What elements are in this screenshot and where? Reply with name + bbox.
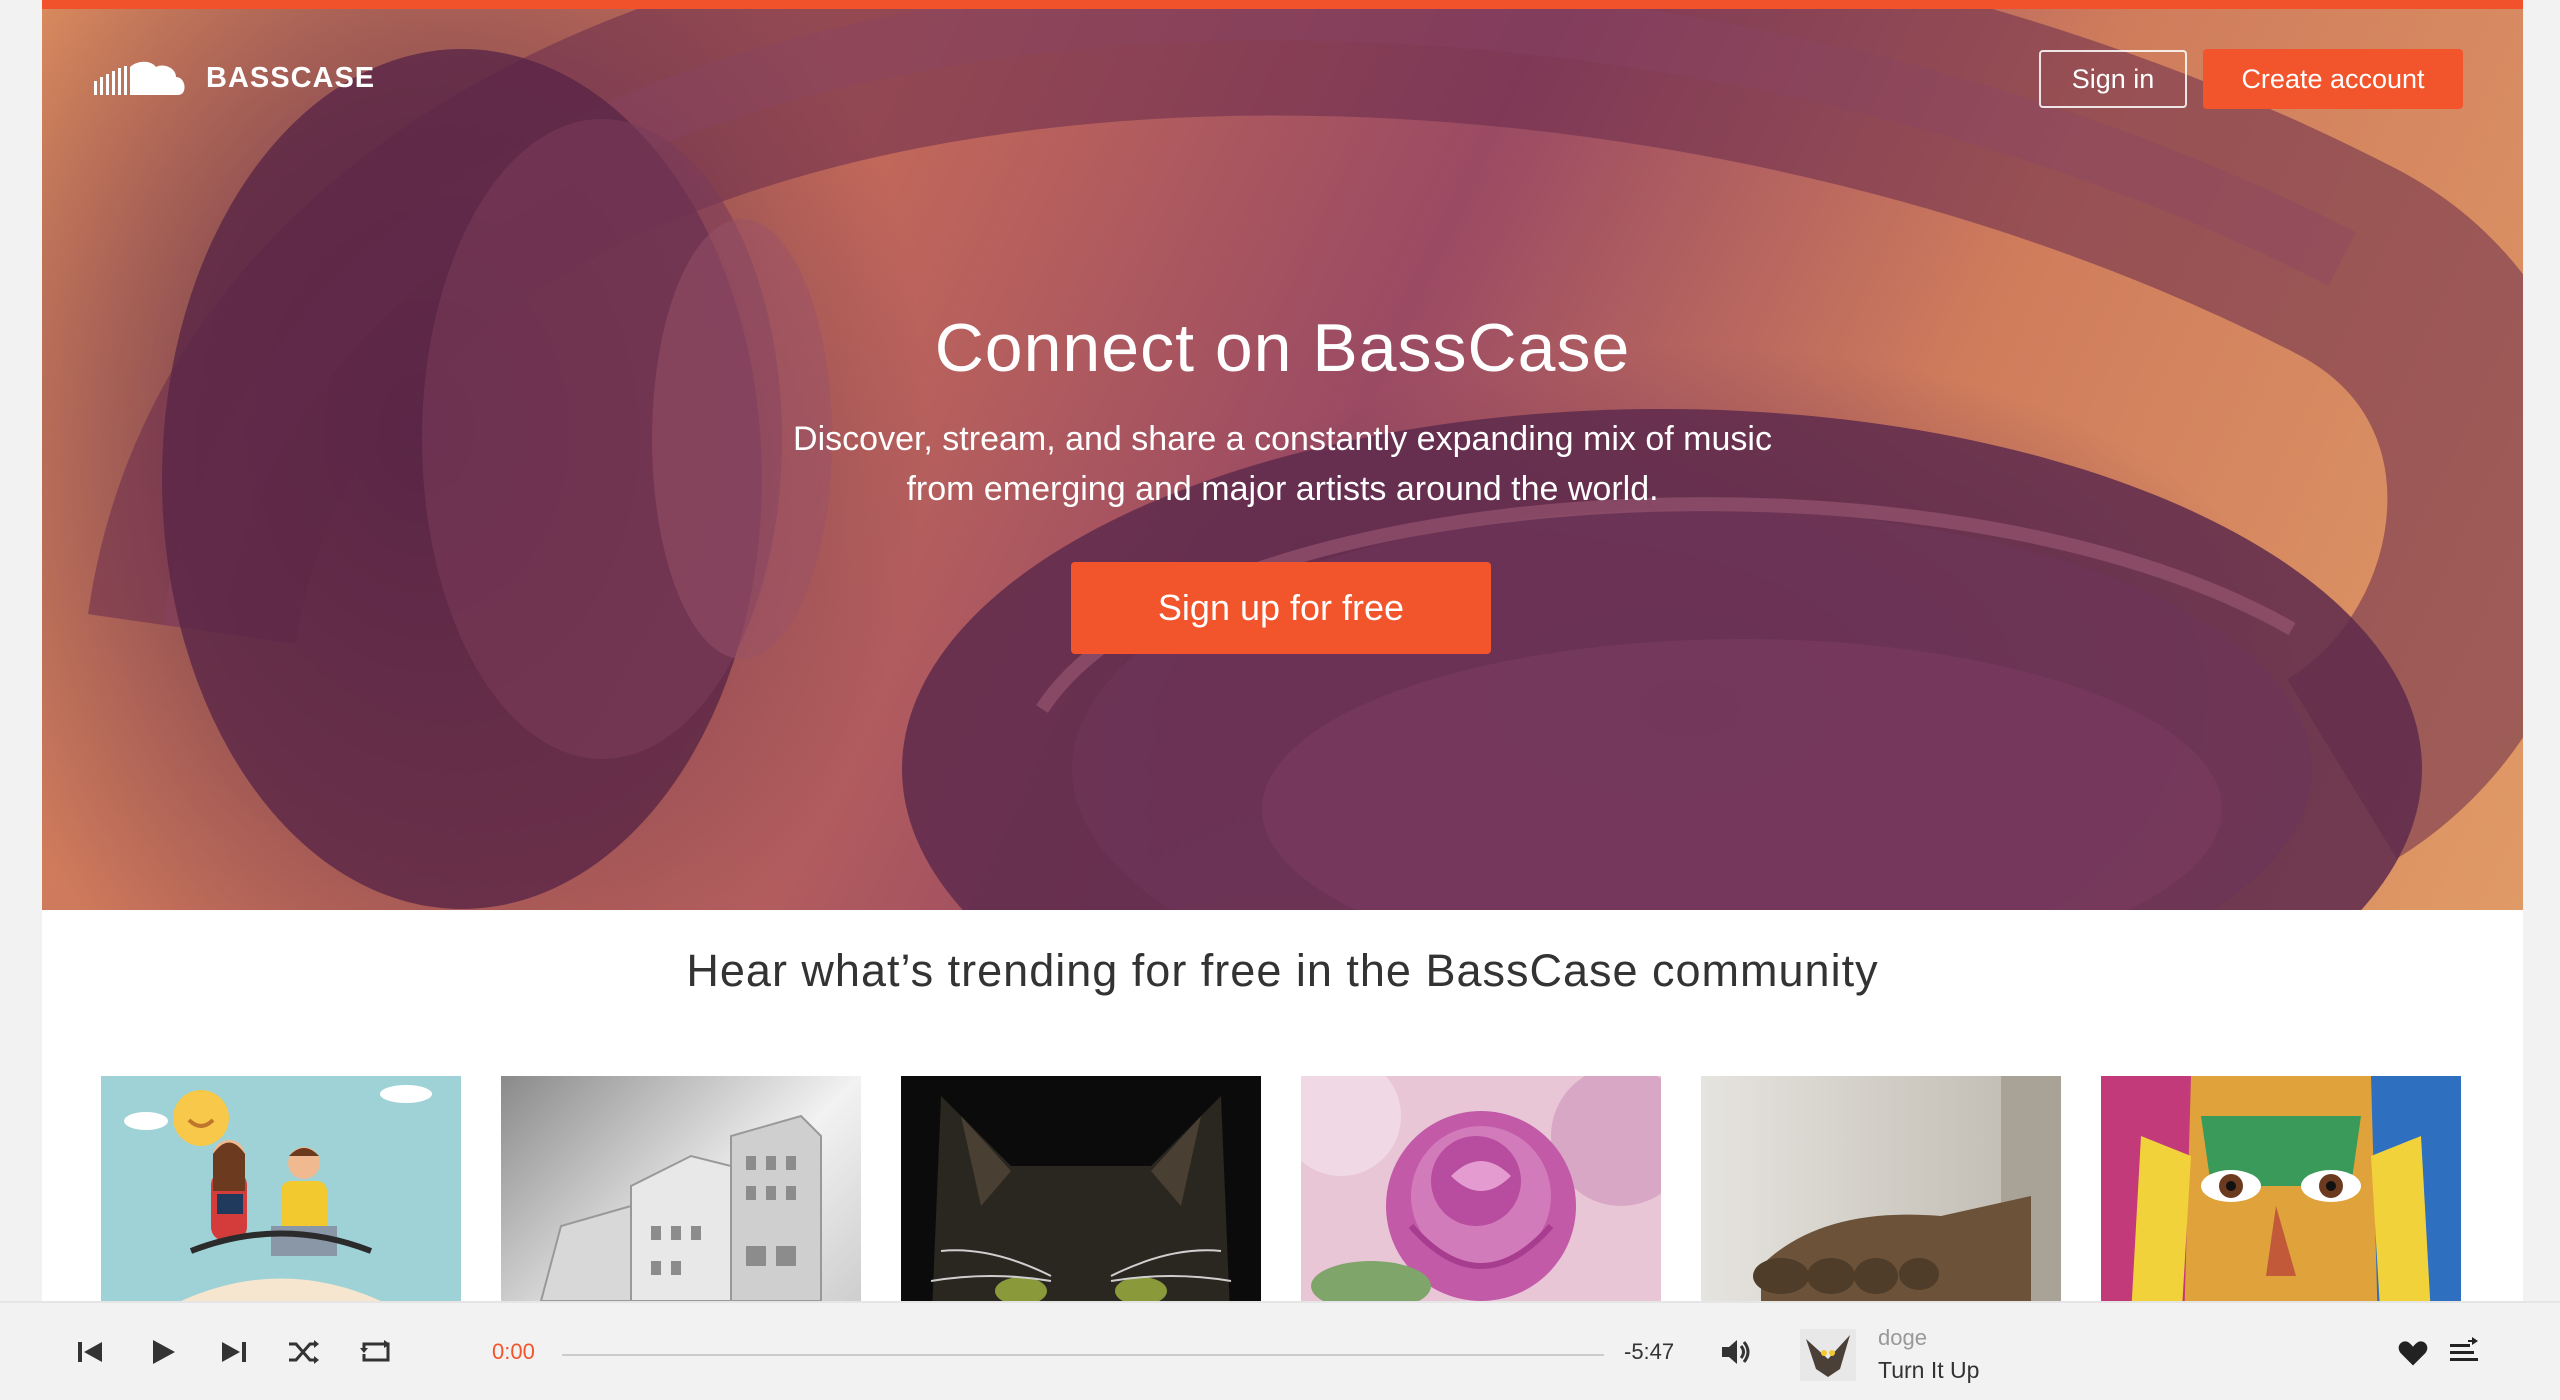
play-icon[interactable] — [144, 1334, 180, 1370]
skip-next-icon[interactable] — [216, 1334, 252, 1370]
people-illustration-image — [101, 1076, 461, 1301]
sign-up-button[interactable]: Sign up for free — [1071, 562, 1491, 654]
cloud-logo-icon — [94, 61, 185, 95]
trending-tile-cat[interactable] — [901, 1076, 1261, 1301]
trending-tile-sculpture-hand[interactable] — [1701, 1076, 2061, 1301]
progress-bar[interactable] — [562, 1354, 1604, 1356]
repeat-icon[interactable] — [358, 1334, 394, 1370]
painted-face-image — [2101, 1076, 2461, 1301]
hero-subtitle-line-2: from emerging and major artists around t… — [906, 470, 1659, 508]
queue-icon[interactable] — [2446, 1334, 2482, 1370]
player-bar: 0:00 -5:47 doge Turn It Up — [0, 1301, 2560, 1400]
hero-subtitle: Discover, stream, and share a constantly… — [42, 414, 2523, 514]
trending-tile-people-illustration[interactable] — [101, 1076, 461, 1301]
trending-tile-pink-rose[interactable] — [1301, 1076, 1661, 1301]
page-frame: BASSCASE Sign in Create account Connect … — [42, 0, 2523, 1301]
trending-tiles — [101, 1076, 2501, 1301]
cat-image — [901, 1076, 1261, 1301]
current-time: 0:00 — [492, 1339, 535, 1364]
logo[interactable]: BASSCASE — [92, 59, 375, 97]
hero-subtitle-line-1: Discover, stream, and share a constantly… — [793, 420, 1772, 458]
trending-title: Hear what’s trending for free in the Bas… — [686, 945, 1879, 996]
create-account-button[interactable]: Create account — [2203, 49, 2463, 109]
trending-tile-painted-face[interactable] — [2101, 1076, 2461, 1301]
skip-previous-icon[interactable] — [72, 1334, 108, 1370]
volume-icon[interactable] — [1718, 1334, 1754, 1370]
remaining-time: -5:47 — [1624, 1339, 1675, 1364]
sculpture-hand-image — [1701, 1076, 2061, 1301]
hero-banner: BASSCASE Sign in Create account Connect … — [42, 9, 2523, 910]
track-user[interactable]: doge — [1878, 1325, 1927, 1351]
track-artwork[interactable] — [1800, 1329, 1856, 1381]
top-accent-bar — [42, 0, 2523, 9]
pink-rose-image — [1301, 1076, 1661, 1301]
trending-tile-city-buildings[interactable] — [501, 1076, 861, 1301]
hero-title: Connect on BassCase — [934, 310, 1631, 386]
logo-text: BASSCASE — [206, 61, 376, 94]
heart-icon[interactable] — [2397, 1337, 2429, 1369]
track-title[interactable]: Turn It Up — [1878, 1357, 1979, 1384]
city-buildings-image — [501, 1076, 861, 1301]
sign-in-button[interactable]: Sign in — [2039, 50, 2187, 108]
shuffle-icon[interactable] — [286, 1334, 322, 1370]
